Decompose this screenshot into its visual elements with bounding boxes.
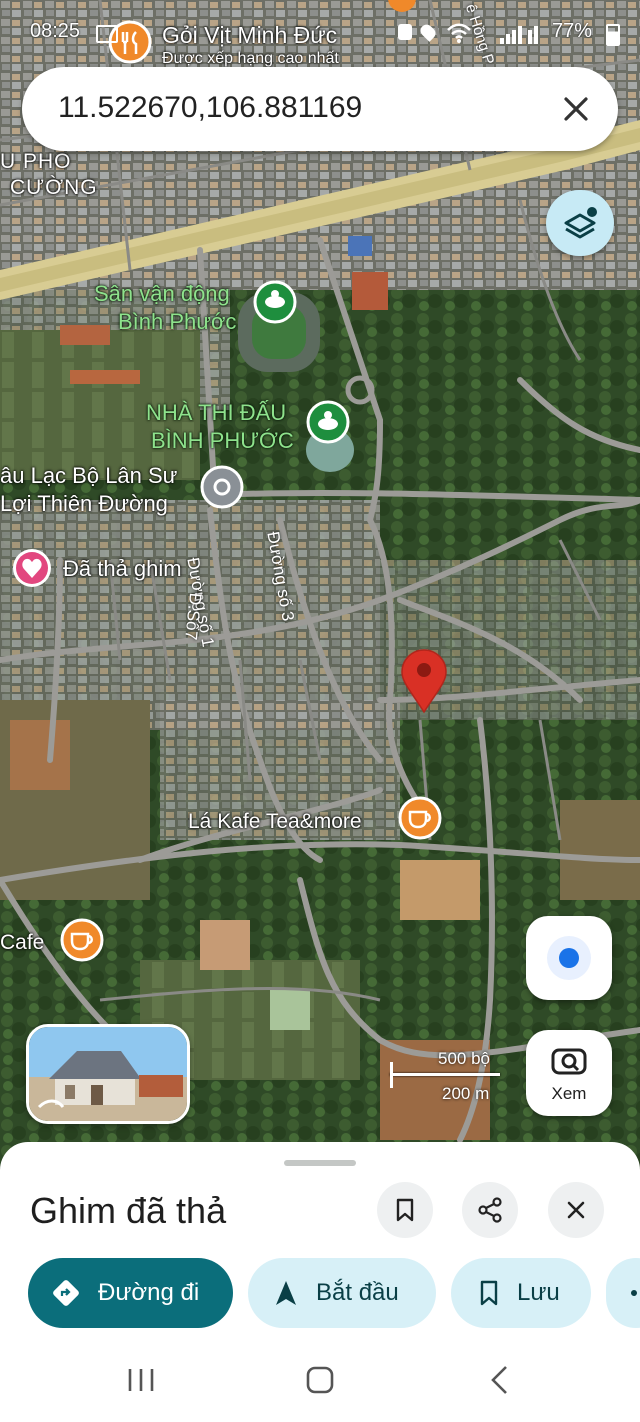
close-sheet-button[interactable] [548,1182,604,1238]
share-icon [478,1197,502,1223]
navigation-arrow-icon [276,1281,296,1305]
bookmark-button[interactable] [377,1182,433,1238]
notification-icon [96,25,118,43]
battery-level: 77% [552,20,593,42]
layers-icon [564,207,597,239]
home-icon[interactable] [304,1363,336,1397]
recent-apps-icon[interactable] [126,1363,156,1397]
directions-label: Đường đi [98,1279,200,1306]
cafe-marker-icon[interactable] [60,918,104,962]
arena-label-line1[interactable]: NHÀ THI ĐẤU [146,400,286,426]
save-button[interactable]: Lưu [451,1258,591,1328]
stadium-label-line1[interactable]: Sân vận động [94,281,230,307]
stadium-marker-icon[interactable] [253,280,297,324]
scale-bar-tick [390,1062,393,1088]
poi-label-goi-vit-subtitle: Được xếp hạng cao nhất [162,50,339,67]
dropped-pin-label[interactable]: Đã thả ghim [63,556,182,582]
signal-icon [500,26,538,44]
start-button[interactable]: Bắt đầu [248,1258,436,1328]
directions-button[interactable]: Đường đi [28,1258,233,1328]
battery-icon [606,24,620,46]
location-dot-icon [547,936,591,980]
grey-location-icon[interactable] [200,465,244,509]
lens-button[interactable]: Xem [526,1030,612,1116]
stadium-label-line2[interactable]: Bình Phước [118,309,236,335]
back-icon[interactable] [486,1363,512,1397]
share-button[interactable] [462,1182,518,1238]
sheet-title: Ghim đã thả [30,1190,227,1231]
poi-label-goi-vit[interactable]: Gỏi Vịt Minh Đức [162,22,337,49]
scale-metric: 200 m [442,1084,490,1103]
layers-button[interactable] [546,190,614,256]
lens-label: Xem [551,1084,587,1103]
start-label: Bắt đầu [316,1279,399,1306]
share-icon [631,1290,637,1296]
search-bar[interactable]: 11.522670,106.881169 [22,67,618,151]
cafe-marker-icon[interactable] [398,796,442,840]
area-label-line1: U PHO [0,150,72,173]
bookmark-icon [480,1280,498,1306]
bookmark-icon [396,1198,414,1222]
cafe-label-la-kafe[interactable]: Lá Kafe Tea&more [188,810,362,834]
my-location-button[interactable] [526,916,612,1000]
save-label: Lưu [517,1279,560,1306]
area-label-line2: CƯỜNG [10,176,98,199]
heart-saved-icon[interactable] [13,549,51,587]
sheet-drag-handle[interactable] [284,1160,356,1166]
street-view-thumbnail[interactable] [26,1024,190,1124]
club-label-line2[interactable]: Lợi Thiên Đường [0,491,168,517]
street-view-image [29,1027,187,1121]
more-actions-chip[interactable] [606,1258,640,1328]
status-time: 08:25 [30,20,81,42]
cafe-label[interactable]: Cafe [0,931,44,955]
arena-marker-icon[interactable] [306,400,350,444]
wifi-icon [447,23,471,43]
close-icon [567,1201,585,1219]
arena-label-line2[interactable]: BÌNH PHƯỚC [151,428,294,454]
lock-status-icon [398,24,412,40]
club-label-line1[interactable]: âu Lạc Bộ Lân Sư [0,463,177,489]
search-input[interactable]: 11.522670,106.881169 [58,91,362,125]
scale-imperial: 500 bộ [438,1049,490,1068]
directions-icon [53,1280,79,1306]
scale-bar [390,1073,500,1076]
camera-search-icon [551,1048,587,1075]
close-icon[interactable] [560,93,592,125]
